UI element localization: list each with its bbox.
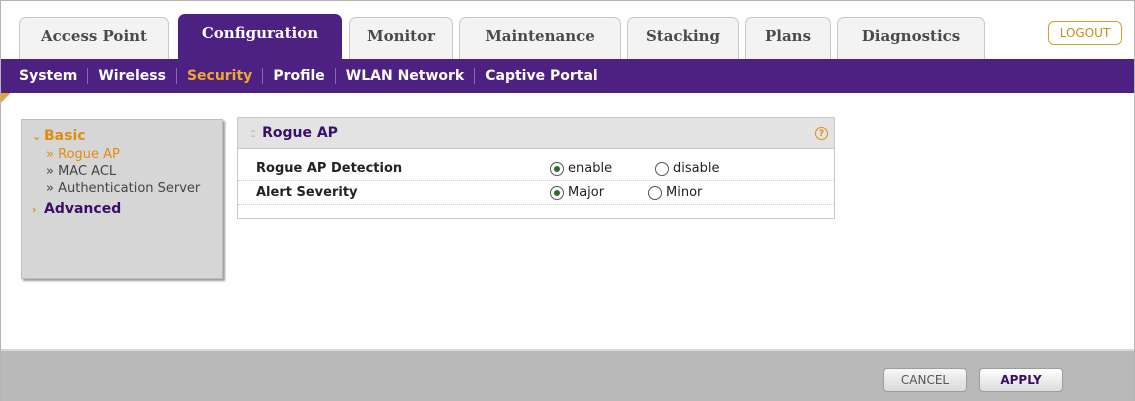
sidebar-item-mac-acl[interactable]: » MAC ACL: [46, 163, 222, 180]
subnav-wireless[interactable]: Wireless: [98, 68, 166, 84]
apply-button[interactable]: APPLY: [979, 368, 1063, 392]
sidebar-advanced-label: Advanced: [44, 201, 122, 217]
main-tab-bar: Access Point Configuration Monitor Maint…: [1, 1, 1134, 59]
panel-title: Rogue AP: [262, 125, 338, 141]
rogue-ap-detection-label: Rogue AP Detection: [256, 161, 403, 176]
alert-severity-major-radio[interactable]: Major: [550, 185, 604, 200]
subnav-captive-portal[interactable]: Captive Portal: [485, 68, 597, 84]
sidebar-basic-header[interactable]: ⌄ Basic: [32, 128, 222, 144]
rogue-ap-detection-disable-radio[interactable]: disable: [655, 161, 719, 176]
radio-selected-icon: [550, 161, 564, 176]
footer-action-bar: CANCEL APPLY: [1, 349, 1134, 401]
sidebar-item-authentication-server[interactable]: » Authentication Server: [46, 180, 216, 197]
tab-plans[interactable]: Plans: [745, 17, 831, 59]
subnav-divider: [87, 68, 89, 84]
tab-stacking[interactable]: Stacking: [627, 17, 739, 59]
tab-maintenance[interactable]: Maintenance: [459, 17, 621, 59]
alert-severity-label: Alert Severity: [256, 185, 358, 200]
sub-navigation: System Wireless Security Profile WLAN Ne…: [1, 59, 1134, 93]
cancel-button[interactable]: CANCEL: [883, 368, 967, 392]
subnav-wlan-network[interactable]: WLAN Network: [346, 68, 464, 84]
chevron-right-icon: ›: [32, 202, 37, 216]
grip-icon: ::: [250, 126, 256, 140]
radio-selected-icon: [550, 185, 564, 200]
setting-row-alert-severity: Alert Severity Major Minor: [238, 181, 834, 205]
chevron-down-icon: ⌄: [32, 129, 42, 143]
subnav-security[interactable]: Security: [187, 68, 252, 84]
radio-unselected-icon: [655, 161, 669, 176]
alert-severity-minor-radio[interactable]: Minor: [648, 185, 702, 200]
sidebar-item-rogue-ap[interactable]: » Rogue AP: [46, 146, 222, 163]
logout-button[interactable]: LOGOUT: [1048, 21, 1122, 45]
rogue-ap-detection-enable-radio[interactable]: enable: [550, 161, 612, 176]
setting-row-rogue-ap-detection: Rogue AP Detection enable disable: [238, 157, 834, 181]
subnav-corner-accent: [1, 93, 11, 103]
tab-configuration[interactable]: Configuration: [178, 14, 342, 59]
subnav-divider: [334, 68, 336, 84]
subnav-divider: [175, 68, 177, 84]
subnav-divider: [262, 68, 264, 84]
subnav-profile[interactable]: Profile: [273, 68, 324, 84]
subnav-system[interactable]: System: [19, 68, 77, 84]
sidebar-advanced-header[interactable]: › Advanced: [32, 201, 222, 217]
rogue-ap-panel: :: Rogue AP ? Rogue AP Detection enable …: [237, 117, 835, 219]
side-menu: ⌄ Basic » Rogue AP » MAC ACL » Authentic…: [21, 119, 223, 279]
help-icon[interactable]: ?: [815, 127, 828, 140]
subnav-divider: [474, 68, 476, 84]
tab-access-point[interactable]: Access Point: [19, 17, 169, 59]
sidebar-basic-label: Basic: [44, 128, 86, 144]
tab-diagnostics[interactable]: Diagnostics: [837, 17, 985, 59]
radio-unselected-icon: [648, 185, 662, 200]
tab-monitor[interactable]: Monitor: [349, 17, 453, 59]
panel-header: :: Rogue AP ?: [238, 118, 834, 149]
